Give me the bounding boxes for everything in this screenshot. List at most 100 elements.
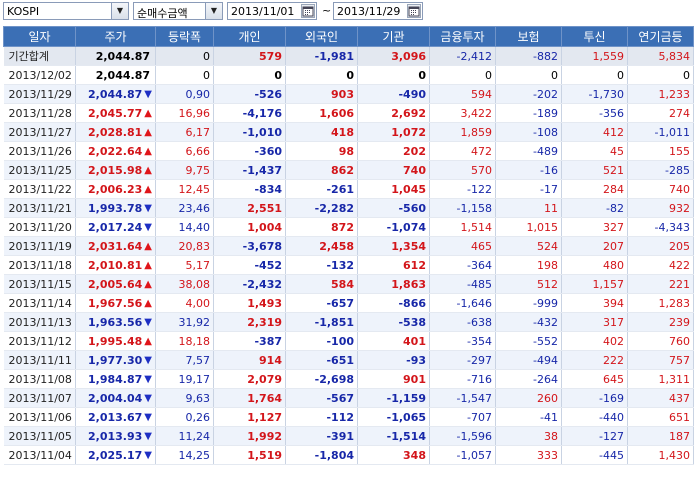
arrow-up-icon: ▲ bbox=[144, 297, 152, 309]
cell-individual: -3,678 bbox=[213, 236, 286, 256]
price-value: 1,984.87 bbox=[88, 372, 143, 386]
cell-insurance: -41 bbox=[495, 407, 562, 427]
table-row[interactable]: 2013/11/13 1,963.56 ▼ 31,92 2,319 -1,851 -538-… bbox=[3, 312, 694, 332]
toolbar: KOSPI ▼ 순매수금액 ▼ 2013/11/01 ~ 2013/11/29 bbox=[0, 0, 696, 24]
cell-trust: 521 bbox=[561, 160, 628, 180]
price-value: 1,995.48 bbox=[88, 334, 143, 348]
summary-row[interactable]: 기간합계 2,044.87 0 579 -1,981 3,096 -2,412 -882 1,5… bbox=[3, 46, 694, 66]
cell-insurance: 38 bbox=[495, 426, 562, 446]
cell-individual: 2,319 bbox=[213, 312, 286, 332]
table-row[interactable]: 2013/11/07 2,004.04 ▼ 9,63 1,764 -567 -1,159 -1… bbox=[3, 388, 694, 408]
cell-change: 14,25 bbox=[155, 445, 214, 465]
cell-trust: -356 bbox=[561, 103, 628, 123]
cell-insurance: 198 bbox=[495, 255, 562, 275]
cell-individual: 914 bbox=[213, 350, 286, 370]
cell-insurance: -189 bbox=[495, 103, 562, 123]
price-value: 2,017.24 bbox=[88, 220, 143, 234]
cell-individual: -387 bbox=[213, 331, 286, 351]
cell-change: 19,17 bbox=[155, 369, 214, 389]
table-row[interactable]: 2013/11/25 2,015.98 ▲ 9,75 -1,437 862 740 570 -1… bbox=[3, 160, 694, 180]
arrow-down-icon: ▼ bbox=[144, 316, 152, 328]
table-row[interactable]: 2013/11/14 1,967.56 ▲ 4,00 1,493 -657 -866 -1,6… bbox=[3, 293, 694, 313]
date-from-value: 2013/11/01 bbox=[231, 5, 295, 18]
market-select[interactable]: KOSPI ▼ bbox=[3, 2, 129, 20]
cell-individual: 1,004 bbox=[213, 217, 286, 237]
table-row[interactable]: 2013/11/28 2,045.77 ▲ 16,96 -4,176 1,606 2,692… bbox=[3, 103, 694, 123]
cell-fin-invest: -707 bbox=[429, 407, 496, 427]
cell-price: 2,017.24 ▼ bbox=[75, 217, 156, 237]
table-row[interactable]: 2013/11/22 2,006.23 ▲ 12,45 -834 -261 1,045 -12… bbox=[3, 179, 694, 199]
cell-price: 1,984.87 ▼ bbox=[75, 369, 156, 389]
metric-select[interactable]: 순매수금액 ▼ bbox=[133, 2, 223, 20]
cell-foreign: 98 bbox=[285, 141, 358, 161]
column-header-price[interactable]: 주가 bbox=[75, 26, 156, 47]
table-row[interactable]: 2013/11/12 1,995.48 ▲ 18,18 -387 -100 401 -354-… bbox=[3, 331, 694, 351]
cell-price: 2,013.93 ▼ bbox=[75, 426, 156, 446]
calendar-icon[interactable] bbox=[407, 4, 421, 18]
chevron-down-icon[interactable]: ▼ bbox=[205, 3, 222, 19]
date-to-field[interactable]: 2013/11/29 bbox=[333, 2, 423, 20]
column-header-insurance[interactable]: 보험 bbox=[495, 26, 562, 47]
arrow-down-icon: ▼ bbox=[144, 449, 152, 461]
table-row[interactable]: 2013/11/04 2,025.17 ▼ 14,25 1,519 -1,804 348 -1… bbox=[3, 445, 694, 465]
cell-change: 14,40 bbox=[155, 217, 214, 237]
table-row[interactable]: 2013/11/18 2,010.81 ▲ 5,17 -452 -132 612 -364 19… bbox=[3, 255, 694, 275]
cell-fin-invest: 465 bbox=[429, 236, 496, 256]
table-row[interactable]: 2013/11/21 1,993.78 ▼ 23,46 2,551 -2,282 -560-… bbox=[3, 198, 694, 218]
cell-insurance: 260 bbox=[495, 388, 562, 408]
cell-insurance: -202 bbox=[495, 84, 562, 104]
cell-individual: 579 bbox=[213, 46, 286, 66]
cell-date: 2013/12/02 bbox=[3, 65, 76, 85]
table-row[interactable]: 2013/11/19 2,031.64 ▲ 20,83 -3,678 2,458 1,354… bbox=[3, 236, 694, 256]
cell-change: 31,92 bbox=[155, 312, 214, 332]
table-row[interactable]: 2013/11/26 2,022.64 ▲ 6,66 -360 98 202 472 -489 4… bbox=[3, 141, 694, 161]
cell-individual: -1,010 bbox=[213, 122, 286, 142]
cell-change: 18,18 bbox=[155, 331, 214, 351]
cell-trust: 207 bbox=[561, 236, 628, 256]
cell-foreign: 1,606 bbox=[285, 103, 358, 123]
column-header-change[interactable]: 등락폭 bbox=[155, 26, 214, 47]
table-row[interactable]: 2013/11/08 1,984.87 ▼ 19,17 2,079 -2,698 901 -7… bbox=[3, 369, 694, 389]
arrow-up-icon: ▲ bbox=[144, 164, 152, 176]
column-header-individual[interactable]: 개인 bbox=[213, 26, 286, 47]
column-header-fin-invest[interactable]: 금융투자 bbox=[429, 26, 496, 47]
cell-pension: -1,011 bbox=[627, 122, 694, 142]
cell-trust: 284 bbox=[561, 179, 628, 199]
cell-price: 1,967.56 ▲ bbox=[75, 293, 156, 313]
price-value: 2,013.67 bbox=[88, 410, 143, 424]
cell-foreign: -112 bbox=[285, 407, 358, 427]
cell-individual: -2,432 bbox=[213, 274, 286, 294]
cell-trust: 394 bbox=[561, 293, 628, 313]
table-row[interactable]: 2013/11/15 2,005.64 ▲ 38,08 -2,432 584 1,863 -4… bbox=[3, 274, 694, 294]
table-row[interactable]: 2013/11/06 2,013.67 ▼ 0,26 1,127 -112 -1,065 -7… bbox=[3, 407, 694, 427]
cell-pension: 1,430 bbox=[627, 445, 694, 465]
price-value: 1,993.78 bbox=[88, 201, 143, 215]
table-row[interactable]: 2013/11/27 2,028.81 ▲ 6,17 -1,010 418 1,072 1,8… bbox=[3, 122, 694, 142]
table-row[interactable]: 2013/11/05 2,013.93 ▼ 11,24 1,992 -391 -1,514-… bbox=[3, 426, 694, 446]
column-header-pension[interactable]: 연기금등 bbox=[627, 26, 694, 47]
column-header-institution[interactable]: 기관 bbox=[357, 26, 430, 47]
cell-foreign: -391 bbox=[285, 426, 358, 446]
cell-trust: 317 bbox=[561, 312, 628, 332]
table-row[interactable]: 2013/11/20 2,017.24 ▼ 14,40 1,004 872 -1,074 1,… bbox=[3, 217, 694, 237]
cell-institution: 901 bbox=[357, 369, 430, 389]
table-row[interactable]: 2013/12/02 2,044.87 0 0 0 0 0 0 0 0 bbox=[3, 65, 694, 85]
cell-individual: 2,079 bbox=[213, 369, 286, 389]
cell-foreign: 2,458 bbox=[285, 236, 358, 256]
price-value: 2,044.87 bbox=[95, 68, 150, 82]
table-row[interactable]: 2013/11/29 2,044.87 ▼ 0,90 -526 903 -490 594 -20… bbox=[3, 84, 694, 104]
calendar-icon[interactable] bbox=[301, 4, 315, 18]
arrow-down-icon: ▼ bbox=[144, 430, 152, 442]
column-header-foreign[interactable]: 외국인 bbox=[285, 26, 358, 47]
table-row[interactable]: 2013/11/11 1,977.30 ▼ 7,57 914 -651 -93 -297 -49… bbox=[3, 350, 694, 370]
column-header-trust[interactable]: 투신 bbox=[561, 26, 628, 47]
date-from-field[interactable]: 2013/11/01 bbox=[227, 2, 317, 20]
cell-insurance: 11 bbox=[495, 198, 562, 218]
cell-foreign: 418 bbox=[285, 122, 358, 142]
cell-price: 1,963.56 ▼ bbox=[75, 312, 156, 332]
arrow-down-icon: ▼ bbox=[144, 354, 152, 366]
arrow-down-icon: ▼ bbox=[144, 88, 152, 100]
column-header-date[interactable]: 일자 bbox=[3, 26, 76, 47]
table-header-row: 일자 주가 등락폭 개인 외국인 기관 금융투자 보험 투신 연기금등 bbox=[3, 26, 694, 47]
chevron-down-icon[interactable]: ▼ bbox=[111, 3, 128, 19]
